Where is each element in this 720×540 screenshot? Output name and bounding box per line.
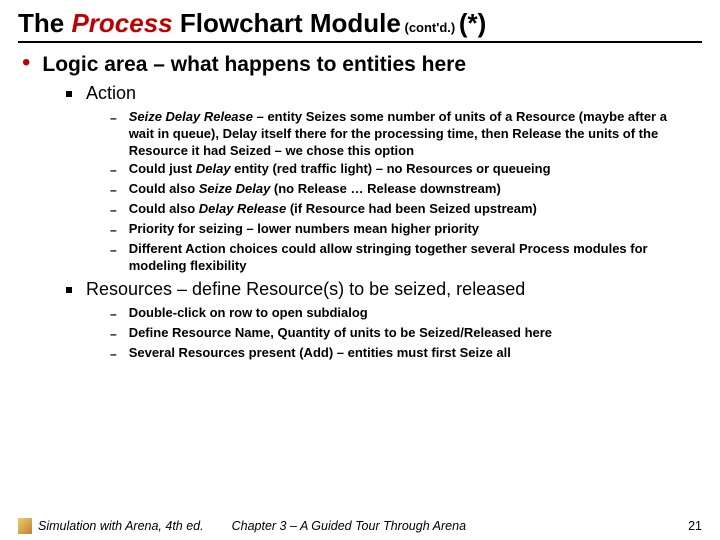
dash-icon: – (110, 345, 117, 363)
action-item-2: Could also Seize Delay (no Release … Rel… (129, 181, 501, 198)
footer-page-number: 21 (688, 519, 702, 533)
list-item: – Double-click on row to open subdialog (110, 305, 672, 323)
action-header: Action (86, 83, 136, 105)
dash-icon: – (110, 305, 117, 323)
action-item-0: Seize Delay Release – entity Seizes some… (129, 109, 672, 160)
slide-title: The Process Flowchart Module (cont'd.) (… (18, 8, 702, 39)
subbullet-action: Action (66, 83, 702, 105)
book-thumbnail-icon (18, 518, 32, 534)
title-part2: Flowchart Module (173, 8, 401, 38)
dash-icon: – (110, 181, 117, 199)
resources-item-1: Define Resource Name, Quantity of units … (129, 325, 552, 342)
action-item-1: Could just Delay entity (red traffic lig… (129, 161, 551, 178)
action-item-4: Priority for seizing – lower numbers mea… (129, 221, 479, 238)
bullet-logic-area: • Logic area – what happens to entities … (22, 53, 698, 77)
title-star: (*) (459, 8, 486, 38)
list-item: – Priority for seizing – lower numbers m… (110, 221, 672, 239)
title-underline (18, 41, 702, 43)
dash-icon: – (110, 241, 117, 259)
resources-item-0: Double-click on row to open subdialog (129, 305, 368, 322)
dash-icon: – (110, 161, 117, 179)
list-item: – Seize Delay Release – entity Seizes so… (110, 109, 672, 160)
list-item: – Different Action choices could allow s… (110, 241, 672, 275)
square-bullet-icon (66, 287, 72, 293)
title-red: Process (71, 8, 172, 38)
dash-icon: – (110, 221, 117, 239)
subbullet-resources: Resources – define Resource(s) to be sei… (66, 279, 702, 301)
title-part1: The (18, 8, 71, 38)
action-item-3: Could also Delay Release (if Resource ha… (129, 201, 537, 218)
list-item: – Could also Seize Delay (no Release … R… (110, 181, 672, 199)
dash-icon: – (110, 201, 117, 219)
dash-icon: – (110, 109, 117, 127)
list-item: – Could also Delay Release (if Resource … (110, 201, 672, 219)
footer-book: Simulation with Arena, 4th ed. (38, 519, 204, 533)
resources-header: Resources – define Resource(s) to be sei… (86, 279, 525, 301)
footer-chapter: Chapter 3 – A Guided Tour Through Arena (232, 519, 688, 533)
logic-area-text: Logic area – what happens to entities he… (42, 53, 466, 77)
resources-item-2: Several Resources present (Add) – entiti… (129, 345, 511, 362)
action-item-5: Different Action choices could allow str… (129, 241, 672, 275)
dash-icon: – (110, 325, 117, 343)
slide-footer: Simulation with Arena, 4th ed. Chapter 3… (0, 518, 720, 534)
bullet-dot-icon: • (22, 53, 30, 73)
square-bullet-icon (66, 91, 72, 97)
list-item: – Could just Delay entity (red traffic l… (110, 161, 672, 179)
title-contd: (cont'd.) (401, 20, 459, 35)
list-item: – Several Resources present (Add) – enti… (110, 345, 672, 363)
list-item: – Define Resource Name, Quantity of unit… (110, 325, 672, 343)
